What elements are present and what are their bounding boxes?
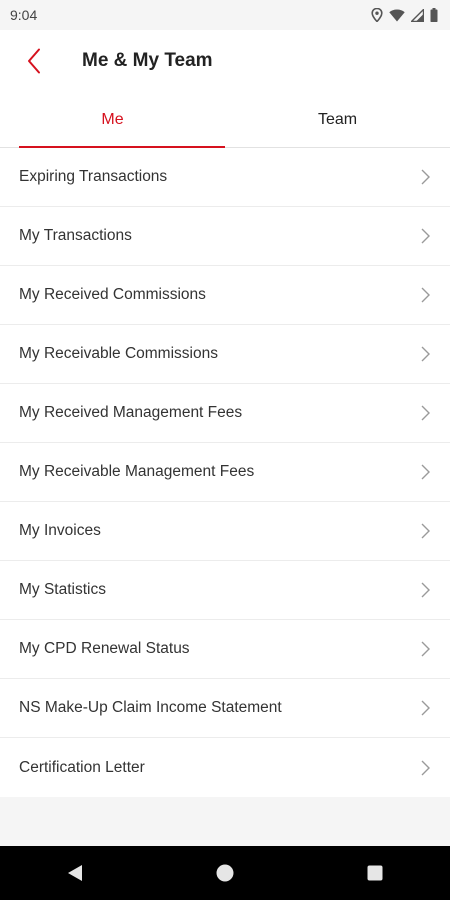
- status-time: 9:04: [10, 7, 38, 23]
- chevron-right-icon: [421, 582, 430, 598]
- menu-item-my-receivable-management-fees[interactable]: My Receivable Management Fees: [0, 443, 450, 502]
- menu-item-ns-make-up-claim-income-statement[interactable]: NS Make-Up Claim Income Statement: [0, 679, 450, 738]
- menu-item-my-invoices[interactable]: My Invoices: [0, 502, 450, 561]
- menu-list: Expiring Transactions My Transactions My…: [0, 148, 450, 797]
- system-recents-button[interactable]: [355, 853, 395, 893]
- menu-item-label: My CPD Renewal Status: [19, 640, 190, 657]
- menu-item-label: My Statistics: [19, 581, 106, 598]
- chevron-right-icon: [421, 641, 430, 657]
- wifi-icon: [389, 9, 405, 21]
- menu-item-label: My Transactions: [19, 227, 132, 244]
- tab-label: Me: [101, 110, 124, 128]
- back-triangle-icon: [68, 865, 82, 881]
- battery-icon: [430, 8, 438, 22]
- menu-item-certification-letter[interactable]: Certification Letter: [0, 738, 450, 797]
- tab-bar: Me Team: [0, 92, 450, 148]
- menu-item-my-transactions[interactable]: My Transactions: [0, 207, 450, 266]
- location-icon: [371, 8, 383, 22]
- chevron-left-icon: [28, 48, 40, 74]
- chevron-right-icon: [421, 287, 430, 303]
- menu-item-label: Expiring Transactions: [19, 168, 168, 185]
- chevron-right-icon: [421, 464, 430, 480]
- chevron-right-icon: [421, 169, 430, 185]
- tab-me[interactable]: Me: [0, 92, 225, 148]
- chevron-right-icon: [421, 228, 430, 244]
- page-title: Me & My Team: [82, 50, 213, 71]
- tab-team[interactable]: Team: [225, 92, 450, 147]
- app-bar: Me & My Team: [0, 30, 450, 92]
- chevron-right-icon: [421, 523, 430, 539]
- signal-icon: [411, 8, 424, 22]
- menu-item-label: My Receivable Management Fees: [19, 463, 255, 480]
- chevron-right-icon: [421, 760, 430, 776]
- menu-item-label: My Received Management Fees: [19, 404, 243, 421]
- menu-item-label: Certification Letter: [19, 758, 145, 776]
- chevron-right-icon: [421, 405, 430, 421]
- menu-item-label: NS Make-Up Claim Income Statement: [19, 699, 282, 716]
- status-bar: 9:04: [0, 0, 450, 30]
- home-circle-icon: [216, 864, 234, 882]
- chevron-right-icon: [421, 700, 430, 716]
- back-button[interactable]: [14, 41, 54, 81]
- menu-item-my-cpd-renewal-status[interactable]: My CPD Renewal Status: [0, 620, 450, 679]
- menu-item-my-receivable-commissions[interactable]: My Receivable Commissions: [0, 325, 450, 384]
- tab-label: Team: [317, 110, 358, 128]
- menu-item-label: My Received Commissions: [19, 286, 206, 303]
- recents-square-icon: [367, 865, 383, 881]
- menu-item-expiring-transactions[interactable]: Expiring Transactions: [0, 148, 450, 207]
- menu-item-my-statistics[interactable]: My Statistics: [0, 561, 450, 620]
- status-icons: [371, 8, 438, 22]
- menu-item-label: My Invoices: [19, 522, 101, 539]
- system-home-button[interactable]: [205, 853, 245, 893]
- menu-item-my-received-management-fees[interactable]: My Received Management Fees: [0, 384, 450, 443]
- menu-item-label: My Receivable Commissions: [19, 345, 218, 362]
- system-nav-bar: [0, 846, 450, 900]
- menu-item-my-received-commissions[interactable]: My Received Commissions: [0, 266, 450, 325]
- system-back-button[interactable]: [55, 853, 95, 893]
- chevron-right-icon: [421, 346, 430, 362]
